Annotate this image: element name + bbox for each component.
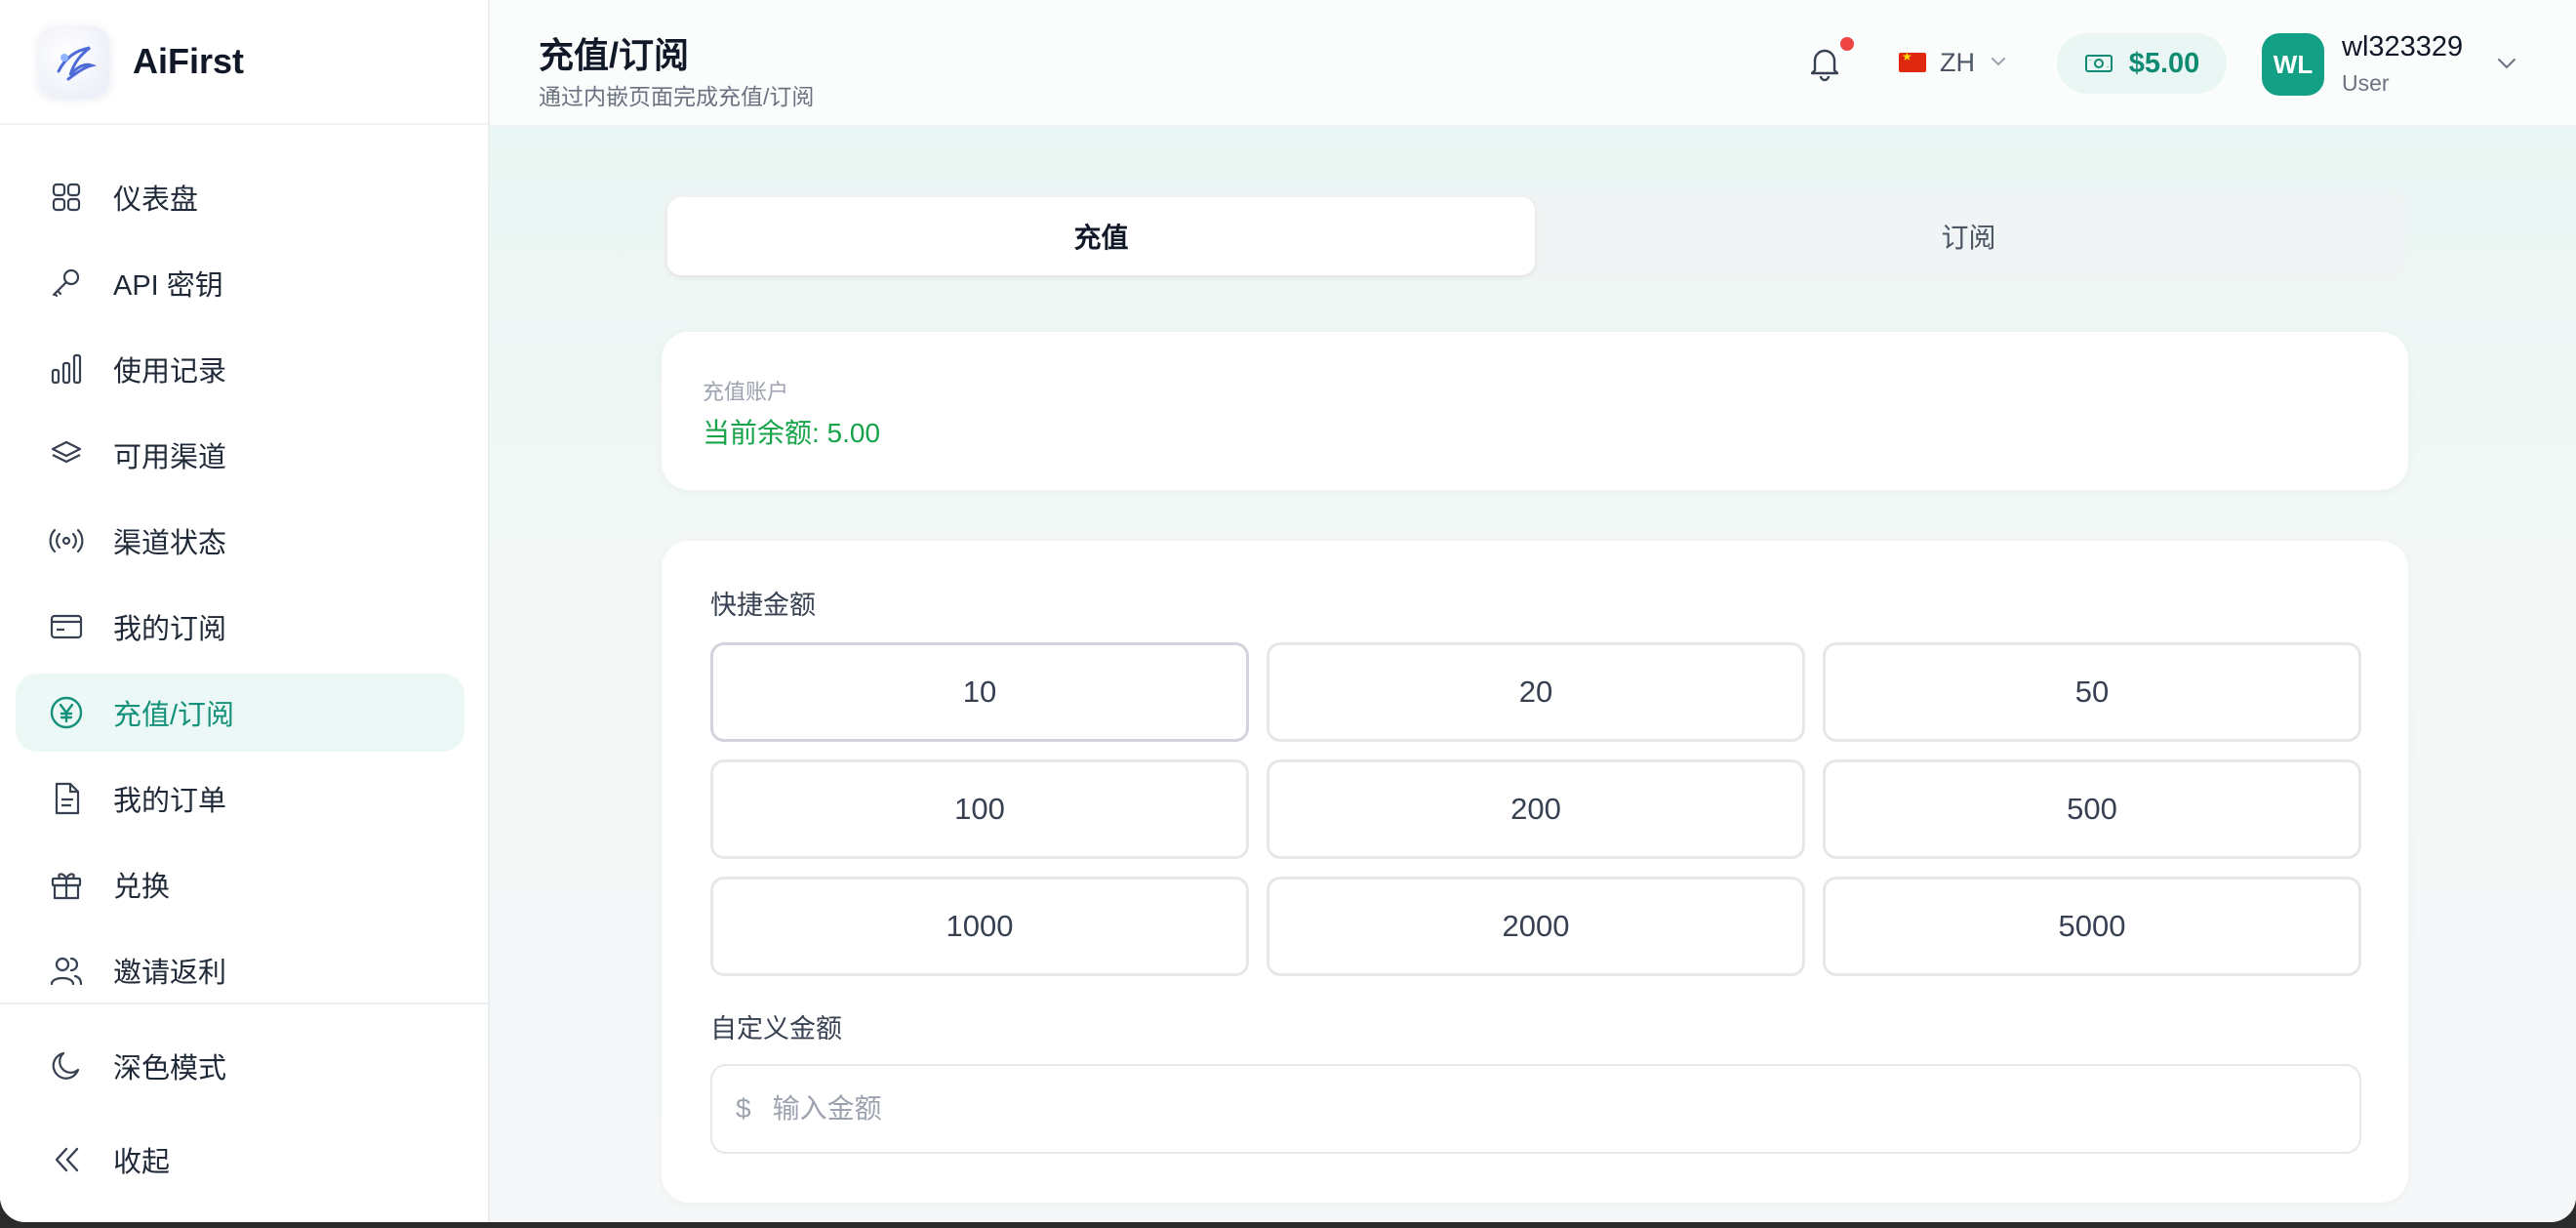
sidebar-item-label: 充值/订阅 bbox=[113, 700, 235, 731]
page-title: 充值/订阅 bbox=[539, 35, 690, 75]
current-balance: 当前余额: 5.00 bbox=[703, 418, 881, 448]
users-icon bbox=[49, 953, 84, 988]
app-window: AiFirst 仪表盘 API 密钥 使用记录 可用渠道 渠道状态 我的订阅 充… bbox=[0, 0, 2576, 1222]
notification-dot bbox=[1840, 37, 1854, 51]
sidebar-divider bbox=[0, 1003, 488, 1004]
balance-pill[interactable]: $5.00 bbox=[2057, 33, 2227, 94]
sidebar-item-recharge[interactable]: 充值/订阅 bbox=[16, 674, 464, 752]
dark-mode-label: 深色模式 bbox=[113, 1053, 227, 1085]
language-selector[interactable]: ZH bbox=[1899, 43, 2008, 82]
sidebar-item-label: 我的订单 bbox=[113, 786, 227, 817]
brand-name: AiFirst bbox=[133, 41, 245, 81]
sidebar-item-channel-status[interactable]: 渠道状态 bbox=[16, 502, 464, 580]
chevron-down-icon bbox=[1989, 48, 2008, 78]
layers-icon bbox=[49, 437, 84, 472]
sidebar-item-subscriptions[interactable]: 我的订阅 bbox=[16, 588, 464, 666]
sidebar-item-redeem[interactable]: 兑换 bbox=[16, 845, 464, 923]
sidebar-item-label: API 密钥 bbox=[113, 270, 223, 302]
user-name[interactable]: wl323329 bbox=[2342, 31, 2463, 63]
key-icon bbox=[49, 266, 84, 301]
user-menu-chevron-icon[interactable] bbox=[2494, 51, 2519, 81]
moon-icon bbox=[49, 1048, 84, 1084]
double-chevron-left-icon bbox=[49, 1142, 84, 1177]
main-content: 充值 订阅 充值账户 当前余额: 5.00 快捷金额 10 20 50 100 … bbox=[490, 127, 2576, 1222]
sidebar-nav: 仪表盘 API 密钥 使用记录 可用渠道 渠道状态 我的订阅 充值/订阅 我的订… bbox=[0, 125, 488, 1009]
sidebar-item-dashboard[interactable]: 仪表盘 bbox=[16, 158, 464, 236]
top-header: 充值/订阅 通过内嵌页面完成充值/订阅 ZH $5.00 WL wl323329… bbox=[490, 0, 2576, 127]
sidebar-item-label: 可用渠道 bbox=[113, 442, 227, 473]
custom-amount-input[interactable] bbox=[772, 1093, 2359, 1125]
sidebar-item-label: 兑换 bbox=[113, 872, 171, 903]
sidebar-item-label: 使用记录 bbox=[113, 356, 227, 388]
yen-icon bbox=[49, 695, 84, 730]
collapse-label: 收起 bbox=[113, 1147, 171, 1178]
amount-option[interactable]: 20 bbox=[1267, 642, 1805, 742]
tab-subscribe[interactable]: 订阅 bbox=[1535, 197, 2402, 275]
quick-amount-grid: 10 20 50 100 200 500 1000 2000 5000 bbox=[710, 642, 2361, 976]
sidebar-item-usage[interactable]: 使用记录 bbox=[16, 330, 464, 408]
bell-icon[interactable] bbox=[1805, 43, 1844, 82]
quick-amount-label: 快捷金额 bbox=[710, 591, 816, 620]
sidebar-item-orders[interactable]: 我的订单 bbox=[16, 759, 464, 838]
dark-mode-toggle[interactable]: 深色模式 bbox=[16, 1027, 464, 1105]
grid-icon bbox=[49, 180, 84, 215]
sidebar-item-channels[interactable]: 可用渠道 bbox=[16, 416, 464, 494]
avatar[interactable]: WL bbox=[2262, 33, 2324, 96]
amount-option[interactable]: 10 bbox=[710, 642, 1249, 742]
custom-amount-field[interactable]: $ bbox=[710, 1064, 2361, 1154]
recharge-card: 快捷金额 10 20 50 100 200 500 1000 2000 5000… bbox=[662, 541, 2408, 1203]
sidebar-item-label: 渠道状态 bbox=[113, 528, 227, 559]
tab-recharge[interactable]: 充值 bbox=[667, 197, 1535, 275]
brand[interactable]: AiFirst bbox=[0, 0, 488, 125]
amount-option[interactable]: 5000 bbox=[1823, 877, 2361, 976]
currency-symbol: $ bbox=[736, 1093, 751, 1124]
sidebar-item-referral[interactable]: 邀请返利 bbox=[16, 931, 464, 1009]
custom-amount-label: 自定义金额 bbox=[710, 1014, 842, 1044]
amount-option[interactable]: 1000 bbox=[710, 877, 1249, 976]
account-card: 充值账户 当前余额: 5.00 bbox=[662, 332, 2408, 490]
amount-option[interactable]: 100 bbox=[710, 759, 1249, 859]
mode-tabs: 充值 订阅 bbox=[664, 193, 2406, 279]
sidebar: AiFirst 仪表盘 API 密钥 使用记录 可用渠道 渠道状态 我的订阅 充… bbox=[0, 0, 490, 1222]
sidebar-item-label: 邀请返利 bbox=[113, 958, 227, 989]
cash-icon bbox=[2084, 52, 2113, 75]
amount-option[interactable]: 500 bbox=[1823, 759, 2361, 859]
sidebar-item-label: 仪表盘 bbox=[113, 184, 199, 216]
sidebar-item-label: 我的订阅 bbox=[113, 614, 227, 645]
logo-icon bbox=[39, 26, 109, 97]
balance-amount: $5.00 bbox=[2128, 47, 2200, 79]
user-role: User bbox=[2342, 70, 2390, 96]
collapse-sidebar-button[interactable]: 收起 bbox=[16, 1121, 464, 1199]
document-icon bbox=[49, 781, 84, 816]
amount-option[interactable]: 200 bbox=[1267, 759, 1805, 859]
language-code: ZH bbox=[1940, 47, 1975, 77]
gift-icon bbox=[49, 867, 84, 902]
china-flag-icon bbox=[1899, 50, 1926, 72]
broadcast-icon bbox=[49, 523, 84, 558]
card-icon bbox=[49, 609, 84, 644]
page-subtitle: 通过内嵌页面完成充值/订阅 bbox=[539, 84, 815, 109]
sidebar-bottom: 深色模式 收起 bbox=[0, 1027, 488, 1214]
sidebar-item-api-keys[interactable]: API 密钥 bbox=[16, 244, 464, 322]
amount-option[interactable]: 50 bbox=[1823, 642, 2361, 742]
account-label: 充值账户 bbox=[703, 380, 789, 404]
bar-chart-icon bbox=[49, 351, 84, 387]
amount-option[interactable]: 2000 bbox=[1267, 877, 1805, 976]
